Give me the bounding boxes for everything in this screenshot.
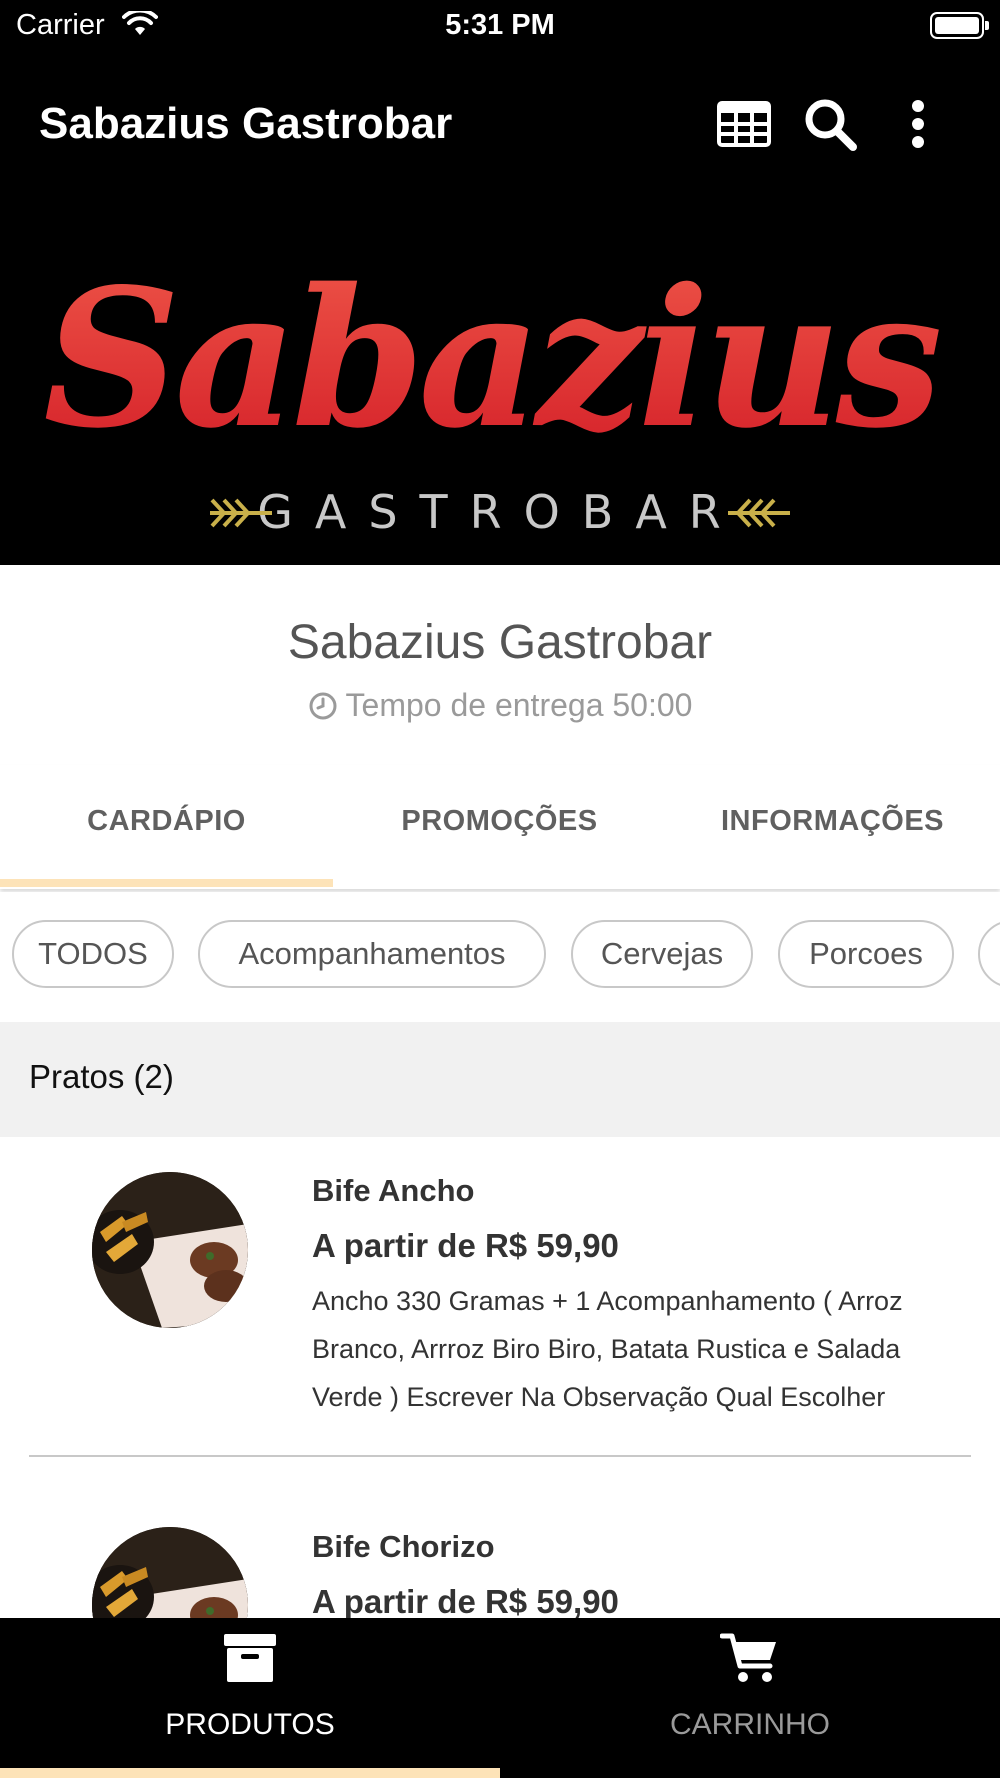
product-name: Bife Chorizo (312, 1529, 495, 1564)
menu-tabs: CARDÁPIO PROMOÇÕES INFORMAÇÕES (0, 765, 1000, 889)
tab-cardapio[interactable]: CARDÁPIO (0, 765, 333, 889)
table-grid-icon (717, 101, 771, 147)
category-chip-acompanhamentos[interactable]: Acompanhamentos (198, 920, 546, 988)
active-nav-indicator (0, 1768, 500, 1778)
status-bar: Carrier 5:31 PM (0, 0, 1000, 52)
product-item[interactable]: Bife Ancho A partir de R$ 59,90 Ancho 33… (0, 1137, 1000, 1457)
clock-icon (309, 692, 337, 719)
tab-informacoes[interactable]: INFORMAÇÕES (666, 765, 999, 889)
clock: 5:31 PM (445, 9, 555, 41)
section-title: Pratos (2) (29, 1058, 174, 1095)
section-header: Pratos (2) (0, 1022, 1000, 1137)
category-chip-todos[interactable]: TODOS (12, 920, 174, 988)
delivery-time-label: Tempo de entrega 50:00 (345, 687, 693, 723)
svg-text:GASTROBAR: GASTROBAR (257, 485, 743, 539)
svg-text:Sabazius: Sabazius (43, 247, 939, 470)
battery-icon (930, 12, 989, 39)
cart-icon (720, 1633, 776, 1682)
more-vertical-icon (912, 100, 924, 148)
product-name: Bife Ancho (312, 1173, 475, 1208)
table-grid-button[interactable] (714, 94, 774, 154)
tab-promocoes[interactable]: PROMOÇÕES (333, 765, 666, 889)
search-button[interactable] (800, 94, 860, 154)
active-tab-indicator (0, 879, 333, 887)
app-title: Sabazius Gastrobar (39, 99, 453, 148)
category-chip-next[interactable] (978, 920, 1000, 988)
category-chip-porcoes[interactable]: Porcoes (778, 920, 954, 988)
category-chip-cervejas[interactable]: Cervejas (571, 920, 753, 988)
archive-box-icon (224, 1634, 276, 1682)
product-item[interactable]: Bife Chorizo A partir de R$ 59,90 (0, 1457, 1000, 1618)
nav-carrinho-label: CARRINHO (669, 1708, 830, 1741)
product-description: Ancho 330 Gramas + 1 Acompanhamento ( Ar… (312, 1286, 903, 1412)
product-price: A partir de R$ 59,90 (312, 1227, 619, 1264)
product-image (92, 1172, 248, 1328)
store-info: Sabazius Gastrobar Tempo de entrega 50:0… (0, 565, 1000, 765)
category-filter: TODOS Acompanhamentos Cervejas Porcoes (0, 892, 1000, 1022)
store-name: Sabazius Gastrobar (287, 616, 713, 669)
store-banner: Sabazius GASTROBAR (0, 200, 1000, 565)
product-image (92, 1527, 248, 1618)
more-options-button[interactable] (888, 94, 948, 154)
product-price: A partir de R$ 59,90 (312, 1583, 619, 1618)
bottom-navigation: PRODUTOS CARRINHO (0, 1618, 1000, 1778)
nav-carrinho[interactable]: CARRINHO (500, 1618, 1000, 1778)
search-icon (805, 99, 857, 151)
nav-produtos-label: PRODUTOS (165, 1708, 335, 1741)
app-bar: Sabazius Gastrobar (0, 52, 1000, 200)
store-logo: Sabazius GASTROBAR (43, 247, 945, 539)
delivery-time: Tempo de entrega 50:00 (0, 687, 1000, 724)
nav-produtos[interactable]: PRODUTOS (0, 1618, 500, 1778)
